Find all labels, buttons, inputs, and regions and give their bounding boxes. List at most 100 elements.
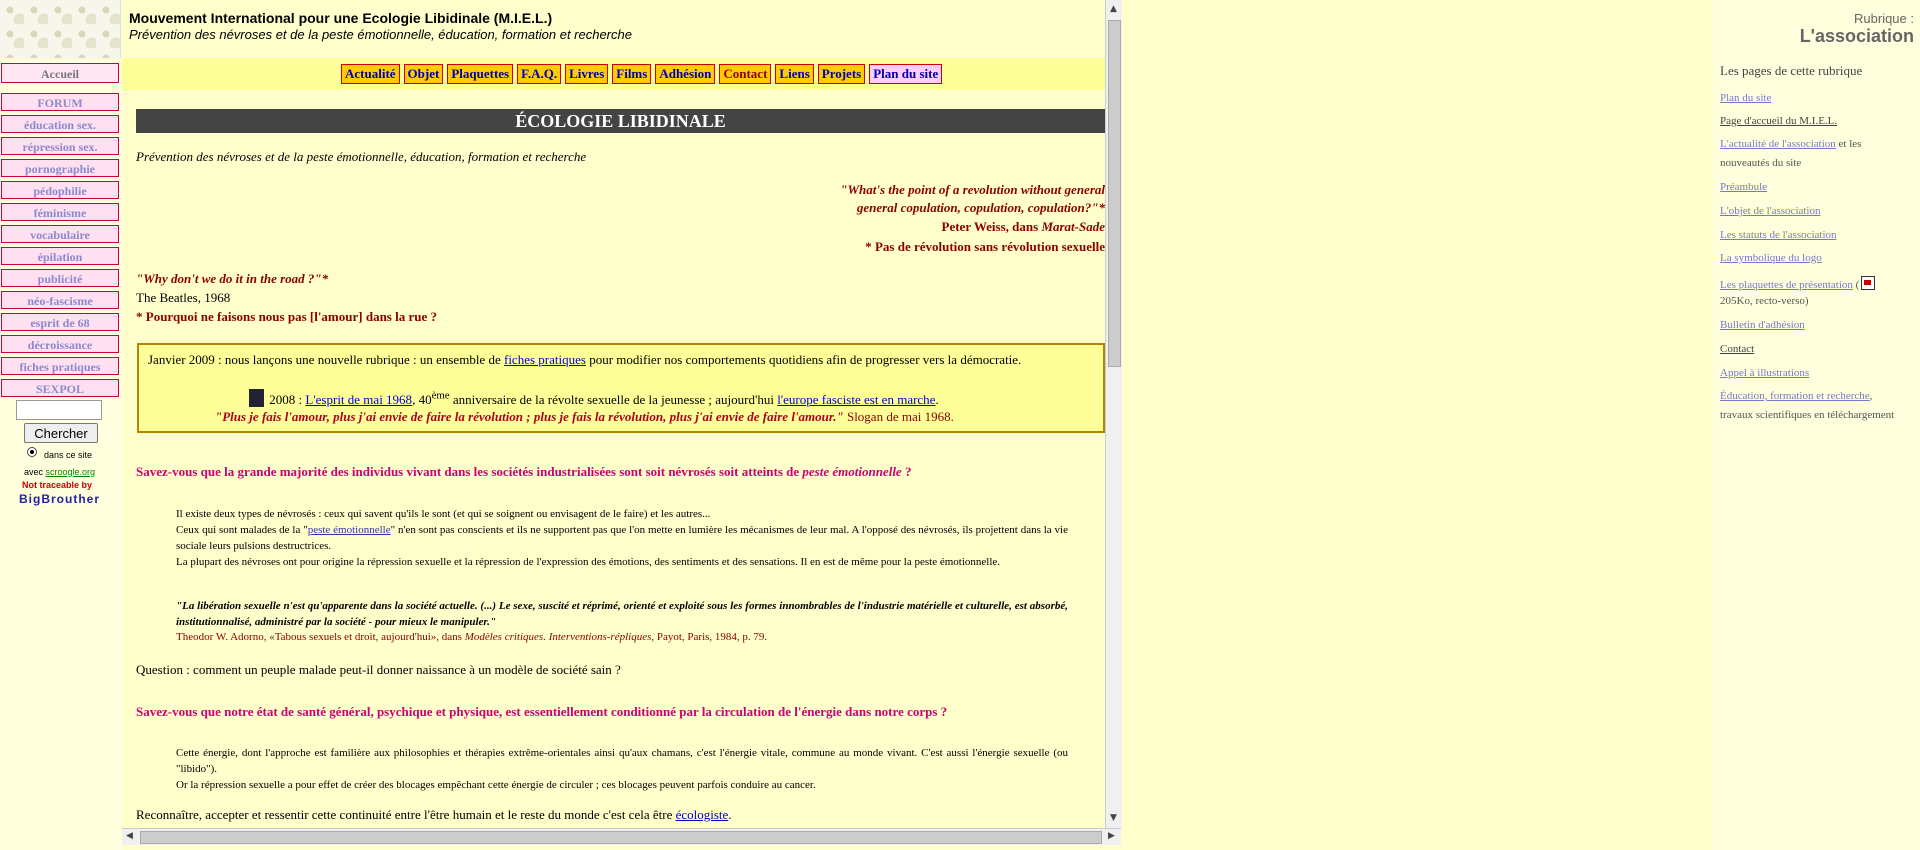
nav-films[interactable]: Films (612, 64, 652, 84)
sidebar-item-esprit-68[interactable]: esprit de 68 (1, 313, 119, 331)
nav-liens[interactable]: Liens (775, 64, 814, 84)
rlink-page-accueil[interactable]: Page d'accueil du M.I.E.L. (1720, 115, 1837, 127)
radio-label: dans ce site (44, 450, 93, 460)
man-figure-icon (249, 389, 264, 407)
vertical-scroll-thumb[interactable] (1108, 20, 1121, 367)
horizontal-scrollbar[interactable]: ◀ ▶ (122, 828, 1121, 845)
beatles-author: The Beatles, 1968 (136, 290, 231, 305)
p5-text: Or la répression sexuelle a pour effet d… (176, 779, 816, 791)
site-title: Mouvement International pour une Ecologi… (129, 10, 553, 26)
nav-plan-du-site[interactable]: Plan du site (869, 64, 943, 84)
right-panel: Rubrique : L'association Les pages de ce… (1713, 0, 1920, 850)
nav-contact[interactable]: Contact (719, 64, 772, 84)
sidebar-item-sexpol[interactable]: SEXPOL (1, 379, 119, 397)
rlink-objet[interactable]: L'objet de l'association (1720, 205, 1821, 217)
pdf-icon[interactable] (1861, 276, 1876, 290)
rlink-preambule[interactable]: Préambule (1720, 181, 1767, 193)
rlink-actualite[interactable]: L'actualité de l'association (1720, 138, 1836, 150)
sidebar-item-repression[interactable]: répression sex. (1, 137, 119, 155)
not-traceable-label: Not traceable by (22, 480, 93, 490)
sidebar-item-feminisme[interactable]: féminisme (1, 203, 119, 221)
news-line2: 2008 : L'esprit de mai 1968, 40ème anniv… (249, 389, 939, 408)
news-line1-text: Janvier 2009 : nous lançons une nouvelle… (148, 352, 501, 367)
rlink-plaquettes[interactable]: Les plaquettes de présentation (1720, 279, 1853, 291)
avec-label: avec (24, 467, 44, 477)
nav-projets[interactable]: Projets (817, 64, 866, 84)
scroll-up-icon[interactable]: ▲ (1110, 4, 1117, 14)
adorno-cite-em: Modèles critiques. Interventions-répliqu… (464, 631, 652, 643)
nav-faq[interactable]: F.A.Q. (517, 64, 562, 84)
sidebar-item-publicite[interactable]: publicité (1, 269, 119, 287)
intro-text: Prévention des névroses et de la peste é… (136, 149, 587, 164)
fiches-pratiques-link[interactable]: fiches pratiques (504, 352, 586, 367)
sidebar-item-epilation[interactable]: épilation (1, 247, 119, 265)
p1-text: Il existe deux types de névrosés : ceux … (176, 508, 711, 520)
nav-actualite[interactable]: Actualité (341, 64, 400, 84)
nav-objet[interactable]: Objet (403, 64, 444, 84)
rlink-education-suffix: , (1869, 390, 1873, 402)
sidebar-item-vocabulaire[interactable]: vocabulaire (1, 225, 119, 243)
search-input[interactable] (16, 400, 102, 420)
esprit-mai-68-link[interactable]: L'esprit de mai 1968 (305, 392, 412, 407)
sidebar-item-fiches[interactable]: fiches pratiques (1, 357, 119, 375)
scroll-left-icon[interactable]: ◀ (126, 831, 133, 841)
scroogle-link[interactable]: scroogle.org (46, 467, 96, 477)
sidebar-item-accueil[interactable]: Accueil (1, 63, 119, 83)
scroogle-line: avec scroogle.org (24, 467, 95, 477)
europe-fasciste-link[interactable]: l'europe fasciste est en marche (777, 392, 935, 407)
rlink-actualite-row: L'actualité de l'association et les (1720, 138, 1861, 150)
sidebar-item-forum[interactable]: FORUM (1, 93, 119, 111)
weiss-work: Marat-Sade (1041, 219, 1105, 234)
nouveautes-text: nouveautés du site (1720, 157, 1802, 169)
paragraph-1: Il existe deux types de névrosés : ceux … (176, 506, 1068, 570)
rlink-plaquettes-row: Les plaquettes de présentation ( (1720, 276, 1876, 291)
nav-livres[interactable]: Livres (565, 64, 609, 84)
beatles-quote: "Why don't we do it in the road ?"* (136, 271, 329, 286)
section-title: Les pages de cette rubrique (1720, 63, 1863, 78)
last-line: Reconnaître, accepter et ressentir cette… (136, 807, 732, 823)
top-nav: Actualité Objet Plaquettes F.A.Q. Livres… (122, 58, 1105, 90)
news-line3: "Plus je fais l'amour, plus j'ai envie d… (215, 409, 954, 425)
rlink-statuts[interactable]: Les statuts de l'association (1720, 229, 1837, 241)
news-line1: Janvier 2009 : nous lançons une nouvelle… (148, 352, 1021, 368)
weiss-quote-line2: general copulation, copulation, copulati… (856, 200, 1105, 215)
sidebar-item-pornographie[interactable]: pornographie (1, 159, 119, 177)
rlink-education[interactable]: Éducation, formation et recherche (1720, 390, 1870, 402)
sidebar-item-decroissance[interactable]: décroissance (1, 335, 119, 353)
rlink-appel[interactable]: Appel à illustrations (1720, 367, 1809, 379)
slogan-label: Slogan de mai 1968. (846, 409, 954, 424)
sidebar-item-education[interactable]: éducation sex. (1, 115, 119, 133)
site-logo[interactable] (0, 0, 121, 58)
weiss-author-name: Peter Weiss, dans (941, 219, 1039, 234)
p3-text: La plupart des névroses ont pour origine… (176, 556, 1001, 568)
search-scope-radio[interactable] (27, 447, 37, 457)
news-line2-text: 2008 : (269, 392, 303, 407)
scroll-down-icon[interactable]: ▼ (1110, 813, 1117, 823)
rlink-actualite-suffix: et les (1838, 138, 1862, 150)
search-button[interactable]: Chercher (24, 423, 98, 443)
rlink-bulletin[interactable]: Bulletin d'adhésion (1720, 319, 1805, 331)
beatles-note: * Pourquoi ne faisons nous pas [l'amour]… (136, 309, 437, 324)
rlink-symbolique[interactable]: La symbolique du logo (1720, 252, 1822, 264)
peste-emotionnelle-link[interactable]: peste émotionnelle (308, 524, 391, 536)
bigbrother-logo: BigBrouther (19, 492, 100, 506)
rlink-contact[interactable]: Contact (1720, 343, 1754, 355)
scroll-right-icon[interactable]: ▶ (1108, 831, 1115, 841)
nav-adhesion[interactable]: Adhésion (655, 64, 716, 84)
news-line2-end: . (935, 392, 939, 407)
adorno-quote: "La libération sexuelle n'est qu'apparen… (176, 600, 1068, 628)
slogan-quote: "Plus je fais l'amour, plus j'ai envie d… (215, 409, 844, 424)
adorno-cite-pre: Theodor W. Adorno, «Tabous sexuels et dr… (176, 631, 462, 643)
horizontal-scroll-thumb[interactable] (140, 831, 1102, 844)
sidebar-item-pedophilie[interactable]: pédophilie (1, 181, 119, 199)
vertical-scrollbar[interactable]: ▲ ▼ (1105, 0, 1122, 828)
sidebar-item-neo-fascisme[interactable]: néo-fascisme (1, 291, 119, 309)
rlink-plan-du-site[interactable]: Plan du site (1720, 92, 1771, 104)
ecologiste-link[interactable]: écologiste (676, 807, 729, 822)
page-heading: ÉCOLOGIE LIBIDINALE (136, 109, 1105, 133)
rlink-plaquettes-suffix: ( (1855, 279, 1860, 291)
rubrique-title: L'association (1799, 26, 1914, 46)
nav-plaquettes[interactable]: Plaquettes (447, 64, 514, 84)
q1-em: peste émotionnelle (802, 464, 902, 479)
news-line1-post: pour modifier nos comportements quotidie… (589, 352, 1022, 367)
